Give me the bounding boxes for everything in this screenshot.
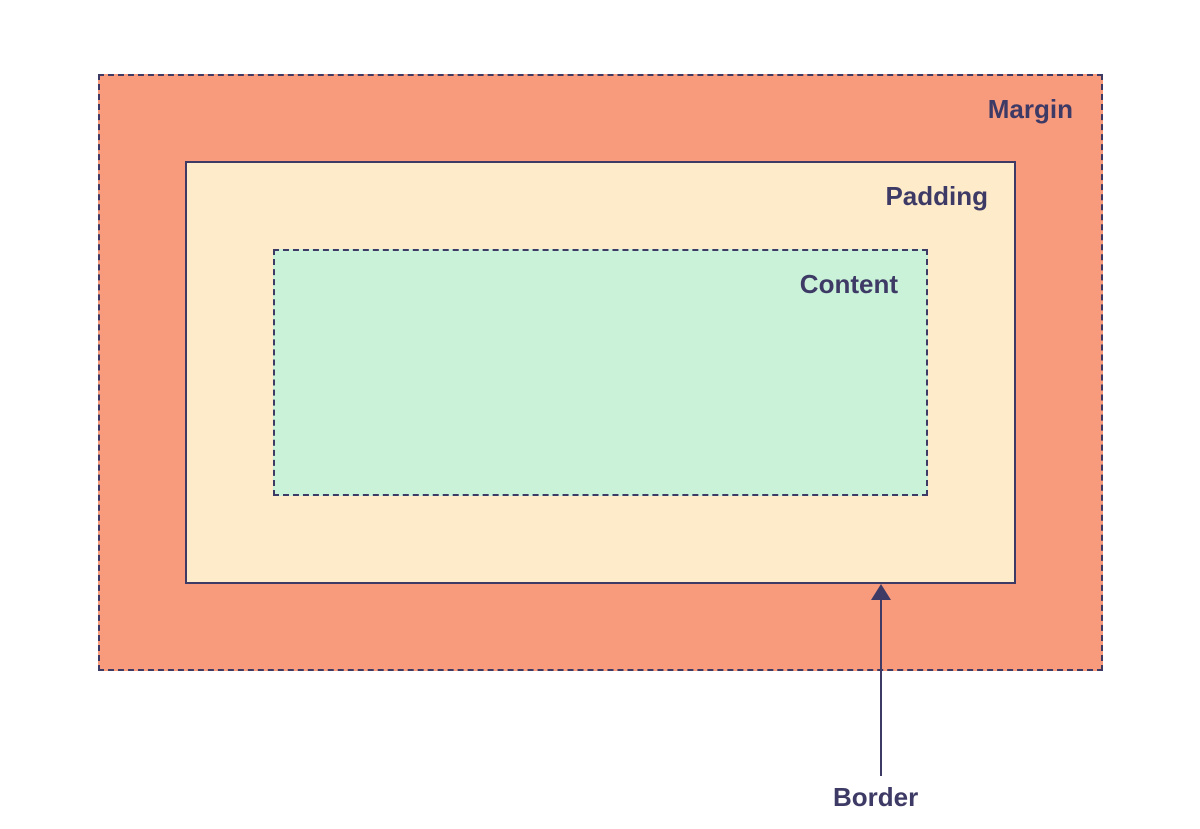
arrow-line: [880, 596, 882, 776]
margin-label: Margin: [988, 94, 1073, 125]
box-model-diagram: Margin Padding Content Border: [98, 74, 1103, 671]
padding-label: Padding: [885, 181, 988, 212]
border-label: Border: [833, 782, 918, 813]
content-label: Content: [800, 269, 898, 300]
border-arrow: [861, 584, 901, 776]
